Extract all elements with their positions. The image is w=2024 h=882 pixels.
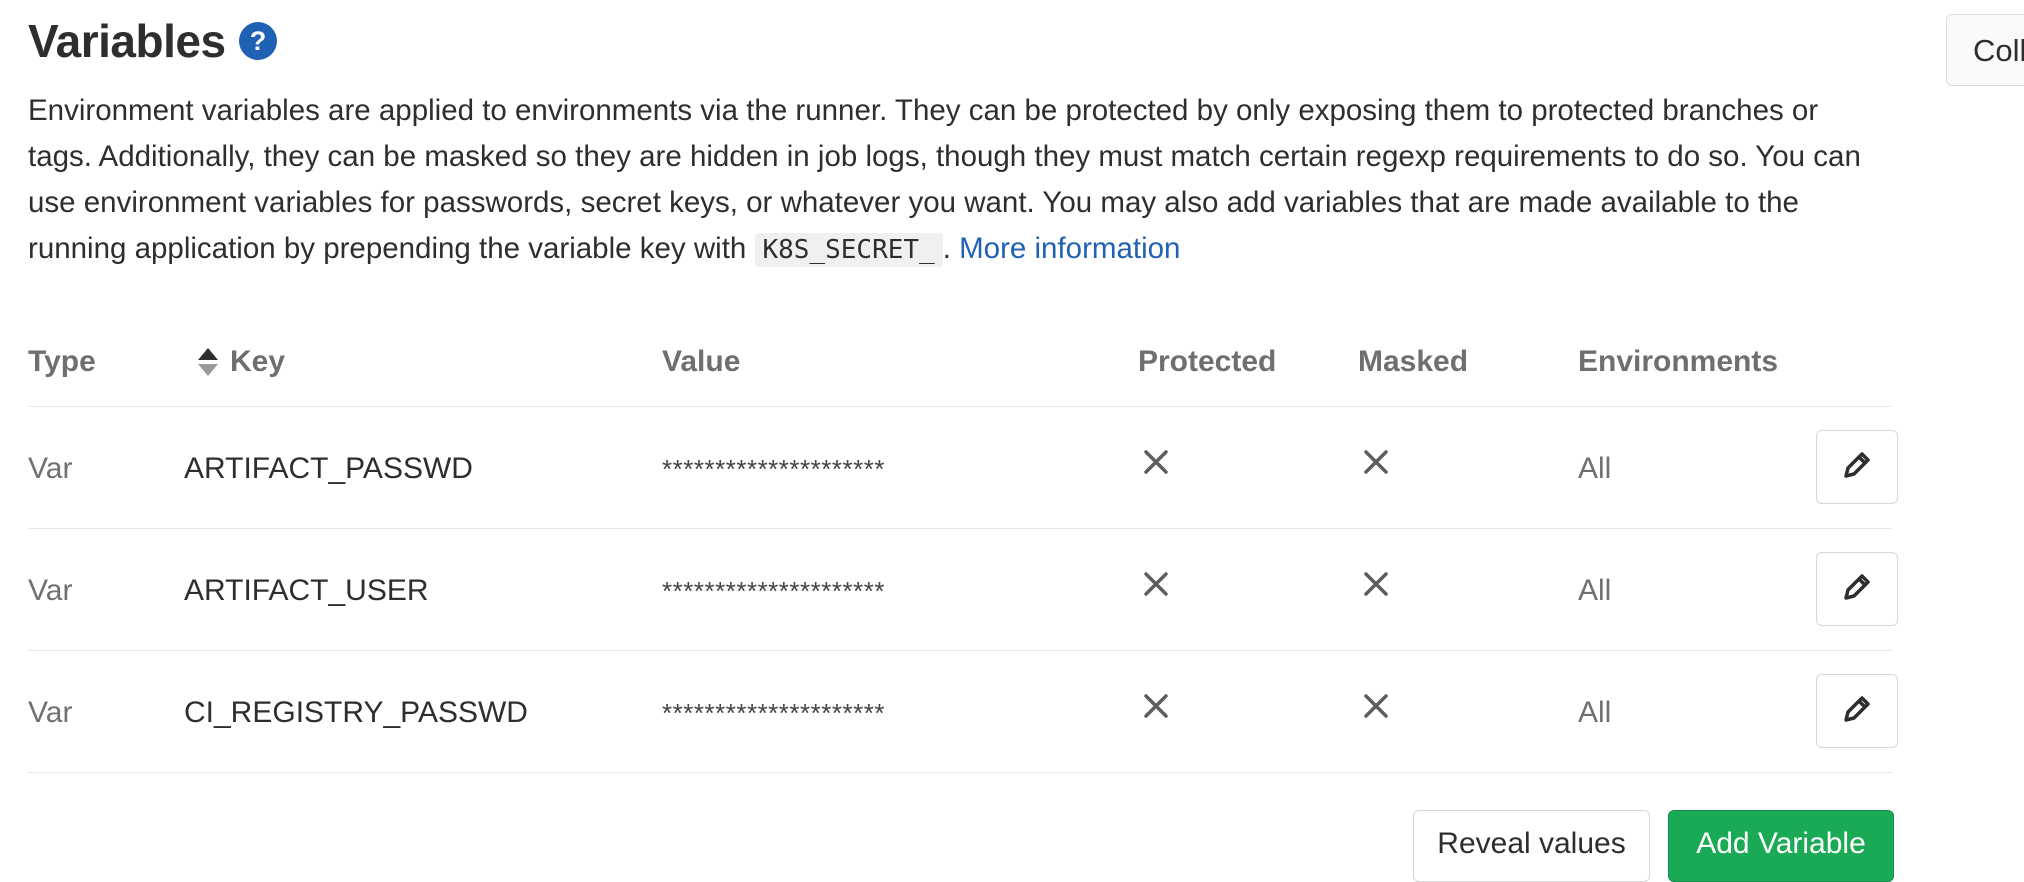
variable-environments: All (1578, 696, 1612, 729)
pencil-icon (1840, 570, 1874, 609)
variable-environments: All (1578, 452, 1612, 485)
edit-variable-button[interactable] (1816, 430, 1898, 504)
divider (28, 650, 1892, 651)
variable-type: Var (28, 696, 73, 729)
edit-variable-button[interactable] (1816, 552, 1898, 626)
column-header-masked: Masked (1358, 345, 1469, 378)
divider (28, 406, 1892, 407)
close-icon (1142, 570, 1170, 598)
variable-value-masked: ********************* (662, 576, 885, 606)
variable-type: Var (28, 574, 73, 607)
close-icon (1362, 692, 1390, 720)
column-header-protected: Protected (1138, 345, 1277, 378)
description: Environment variables are applied to env… (28, 88, 1878, 273)
close-icon (1142, 448, 1170, 476)
variable-key: ARTIFACT_PASSWD (184, 452, 473, 485)
edit-variable-button[interactable] (1816, 674, 1898, 748)
svg-text:?: ? (249, 26, 266, 56)
column-header-key[interactable]: Key (230, 345, 285, 379)
question-circle-icon[interactable]: ? (238, 21, 278, 61)
close-icon (1142, 692, 1170, 720)
page-header: Variables ? (28, 14, 278, 68)
divider (28, 772, 1892, 773)
column-header-value: Value (662, 345, 741, 378)
variable-environments: All (1578, 574, 1612, 607)
pencil-icon (1840, 448, 1874, 487)
column-header-environments: Environments (1578, 345, 1779, 378)
sort-icon[interactable] (196, 346, 220, 378)
variable-key: ARTIFACT_USER (184, 574, 429, 607)
divider (28, 528, 1892, 529)
close-icon (1362, 448, 1390, 476)
add-variable-button[interactable]: Add Variable (1668, 810, 1894, 882)
variable-value-masked: ********************* (662, 698, 885, 728)
column-header-type: Type (28, 345, 96, 378)
code-snippet: K8S_SECRET_ (754, 233, 943, 267)
page-title: Variables (28, 15, 226, 67)
description-text-end: . (942, 232, 960, 265)
pencil-icon (1840, 692, 1874, 731)
reveal-values-button[interactable]: Reveal values (1413, 810, 1650, 882)
variable-key: CI_REGISTRY_PASSWD (184, 696, 528, 729)
close-icon (1362, 570, 1390, 598)
variable-type: Var (28, 452, 73, 485)
variable-value-masked: ********************* (662, 454, 885, 484)
more-information-link[interactable]: More information (959, 232, 1180, 265)
collapse-button[interactable]: Collapse (1946, 14, 2024, 86)
